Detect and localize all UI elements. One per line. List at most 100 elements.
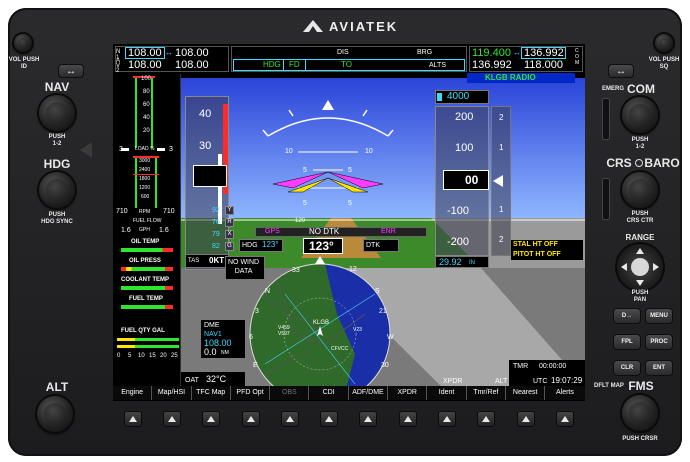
nav2-standby-frequency[interactable]: 108.00 [175,60,209,71]
com1-active-frequency[interactable]: 119.400 [472,48,511,59]
softkey-button-pfd-opt[interactable] [241,411,260,427]
alt-knob[interactable] [37,396,73,432]
utc-time: 19:07:29 [551,376,583,385]
airspeed-pointer [193,165,227,187]
crs-baro-knob[interactable] [622,172,658,208]
rpm-left-value: 710 [116,208,128,215]
softkey-button-obs[interactable] [280,411,299,427]
alert-stall-heat: STAL HT OFF [513,241,558,248]
compass-e: E [253,362,258,369]
softkey-label-obs: OBS [270,386,310,400]
hdg-knob[interactable] [39,172,75,208]
load-label: LOAD % [135,146,155,152]
vsi-tick-1-down: 1 [499,205,504,214]
speed-bug-value-82: 82 [212,243,220,250]
com2-active-frequency[interactable]: 136.992 [472,60,512,71]
fuel-flow-right: 1.6 [159,227,169,234]
rpm-scale-600: 600 [141,194,150,200]
airspeed-tick-40: 40 [199,108,212,120]
menu-button[interactable]: MENU [645,308,673,324]
fd-mode-annunciator: FD [289,60,300,69]
com-side-label: C O M [575,48,580,66]
load-right-value: 3 [169,146,173,153]
selected-altitude-bug-icon [437,93,442,101]
nav-volume-label: VOL PUSH ID [8,57,40,70]
load-scale-20: 20 [143,128,150,134]
crs-knob-label: CRS [606,156,632,170]
softkey-label-xpdr: XPDR [388,386,428,400]
selected-altitude-value: 4000 [447,91,470,102]
softkey-label-pfd-opt: PFD Opt [230,386,271,400]
com-knob[interactable] [622,97,658,133]
softkey-button-engine[interactable] [123,411,142,427]
nav-knob[interactable] [39,95,75,131]
compass-21: 21 [379,308,387,315]
map-label-cfvcc: CFVCC [331,346,349,352]
oil-press-bar [121,267,173,271]
nav2-side-label: A V 2 [116,58,121,74]
up-arrow-icon [167,416,176,422]
pitch-label-left-10: 10 [285,148,293,155]
softkey-button-xpdr[interactable] [398,411,417,427]
crs-slot [602,178,610,220]
nav-volume-knob[interactable] [14,34,32,52]
nav-source-gps: GPS [265,228,280,235]
com-volume-knob[interactable] [655,34,673,52]
utc-label: UTC [533,378,548,385]
up-arrow-icon [325,416,334,422]
fms-knob[interactable] [622,395,658,431]
speed-bug-x-label: X [227,231,232,237]
com-push-label: PUSH 1-2 [631,137,649,150]
load-scale-60: 60 [143,102,150,108]
fpl-button[interactable]: FPL [613,334,641,350]
softkey-label-map-hsi: Map/HSI [152,386,192,400]
speed-bug-y-label: Y [227,207,232,213]
direct-to-button[interactable]: D→ [613,308,641,324]
emergency-slot[interactable] [602,98,610,140]
softkey-button-tfc-map[interactable] [202,411,221,427]
dme-unit: NM [221,350,229,356]
up-arrow-icon [364,416,373,422]
range-joystick[interactable] [617,244,663,290]
softkey-button-adf-dme[interactable] [359,411,378,427]
clr-button[interactable]: CLR [613,360,641,376]
rpm-scale-2400: 2400 [139,167,151,173]
vsi-pointer-icon [493,175,503,187]
com2-standby-frequency[interactable]: 118.000 [524,60,563,71]
load-left-value: 3 [119,146,123,153]
compass-33: 33 [292,267,300,274]
up-arrow-icon [128,416,137,422]
pitch-label-right-10: 10 [365,148,373,155]
nav1-standby-frequency[interactable]: 108.00 [175,48,209,59]
nav2-active-frequency[interactable]: 108.00 [128,60,162,71]
vsi-tick-1-up: 1 [499,143,504,152]
nav-push-label: PUSH 1-2 [48,134,66,147]
com-swap-button[interactable]: ↔ [608,64,634,78]
hsi-nav-info-bar [255,227,427,237]
softkey-button-map-hsi[interactable] [162,411,181,427]
crs-baro-dot [635,159,643,167]
xpdr-mode: ALT [495,378,508,385]
no-dtk-label: NO DTK [309,227,340,236]
load-gauge [121,76,165,151]
speed-bug-value-92: 92 [212,207,220,214]
softkey-button-alerts[interactable] [555,411,574,427]
map-label-klgb: KLGB [313,320,330,326]
softkey-button-tmr-ref[interactable] [477,411,496,427]
softkey-button-cdi[interactable] [320,411,339,427]
com-volume-label: VOL PUSH SQ [648,57,680,70]
current-heading-value: 123° [309,239,334,253]
nav-swap-button[interactable]: ↔ [58,64,84,78]
fuel-flow-label: FUEL FLOW [133,218,162,224]
softkey-button-ident[interactable] [438,411,457,427]
proc-button[interactable]: PROC [645,334,673,350]
ent-button[interactable]: ENT [645,360,673,376]
vsi-tick-2-down: 2 [499,235,504,244]
compass-3: 3 [255,308,259,315]
softkey-button-nearest[interactable] [516,411,535,427]
fuel-flow-unit: GPH [139,227,150,233]
rpm-right-value: 710 [163,208,175,215]
rpm-label: RPM [139,209,151,215]
softkey-label-cdi: CDI [309,386,349,400]
dis-label: DIS [337,49,349,56]
